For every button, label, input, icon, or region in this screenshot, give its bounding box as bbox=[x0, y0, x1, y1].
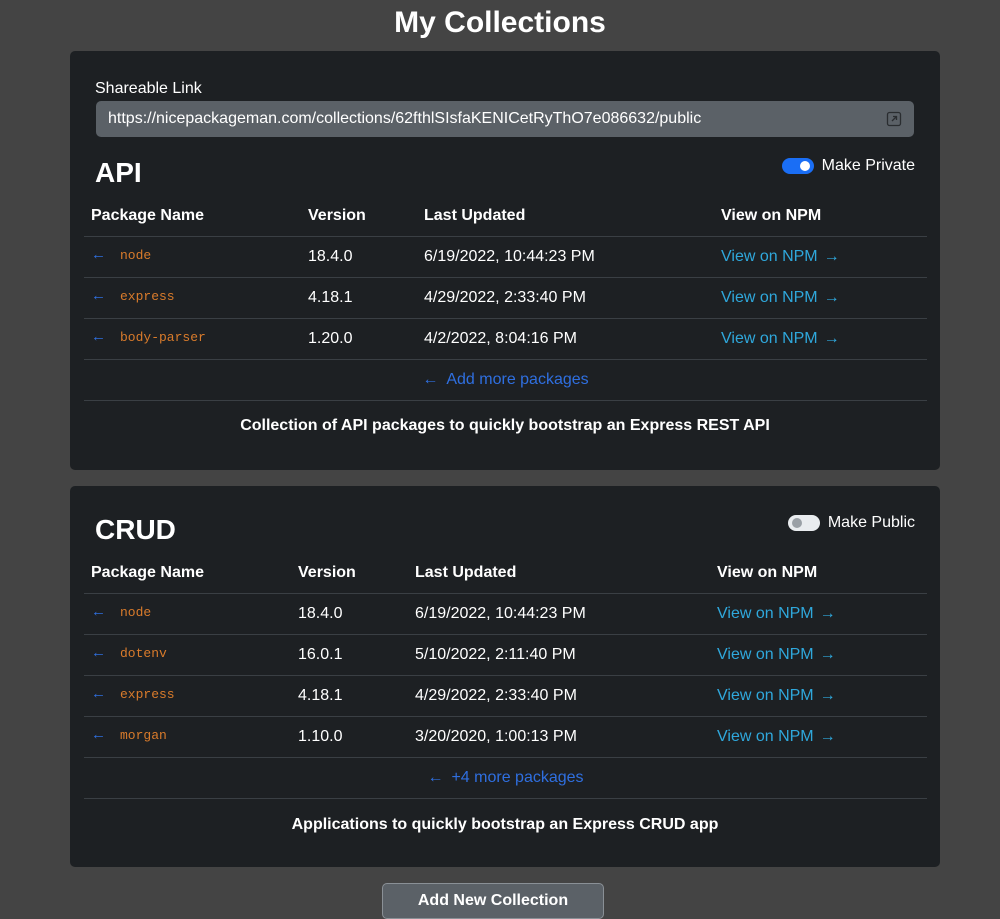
shareable-link-url[interactable]: https://nicepackageman.com/collections/6… bbox=[108, 110, 701, 128]
collection-title: CRUD bbox=[95, 514, 176, 545]
toggle-switch[interactable] bbox=[787, 515, 820, 531]
package-name: express bbox=[120, 686, 175, 702]
npm-link-label: View on NPM bbox=[717, 727, 814, 745]
view-on-npm-link[interactable]: View on NPM → bbox=[721, 248, 840, 265]
arrow-left-icon[interactable]: ← bbox=[91, 685, 106, 702]
npm-link-label: View on NPM bbox=[721, 288, 818, 306]
column-header-npm: View on NPM bbox=[714, 196, 927, 237]
arrow-right-icon: → bbox=[819, 686, 836, 704]
table-row: ← node 18.4.0 6/19/2022, 10:44:23 PM View… bbox=[84, 236, 927, 278]
arrow-right-icon: → bbox=[819, 604, 836, 622]
collection-card-crud: CRUD Make Public Package Name Version La… bbox=[70, 486, 940, 867]
collection-description: Collection of API packages to quickly bo… bbox=[240, 417, 770, 434]
table-row: ← node 18.4.0 6/19/2022, 10:44:23 PM View… bbox=[84, 593, 927, 635]
table-row: ← express 4.18.1 4/29/2022, 2:33:40 PM Vi… bbox=[84, 277, 927, 319]
more-packages-row: ← +4 more packages bbox=[84, 757, 927, 799]
arrow-left-icon[interactable]: ← bbox=[91, 246, 106, 263]
table-header-row: Package Name Version Last Updated View o… bbox=[84, 553, 927, 594]
table-row: ← body-parser 1.20.0 4/2/2022, 8:04:16 PM… bbox=[84, 318, 927, 360]
package-name: body-parser bbox=[120, 329, 206, 345]
table-row: ← morgan 1.10.0 3/20/2020, 1:00:13 PM Vie… bbox=[84, 716, 927, 758]
npm-link-label: View on NPM bbox=[721, 329, 818, 347]
arrow-right-icon: → bbox=[823, 288, 840, 306]
package-version: 1.20.0 bbox=[301, 318, 417, 360]
arrow-left-icon[interactable]: ← bbox=[91, 328, 106, 345]
collection-card-api: Shareable Link https://nicepackageman.co… bbox=[70, 51, 940, 470]
add-new-collection-button[interactable]: Add New Collection bbox=[382, 883, 604, 919]
npm-link-label: View on NPM bbox=[717, 645, 814, 663]
package-version: 16.0.1 bbox=[291, 634, 408, 676]
package-name: dotenv bbox=[120, 645, 167, 661]
arrow-right-icon: → bbox=[823, 247, 840, 265]
shareable-link-field[interactable]: https://nicepackageman.com/collections/6… bbox=[96, 101, 914, 137]
add-more-row: ← Add more packages bbox=[84, 359, 927, 401]
collection-title: API bbox=[95, 157, 142, 188]
arrow-right-icon: → bbox=[819, 645, 836, 663]
more-packages-link[interactable]: ← +4 more packages bbox=[427, 769, 583, 786]
package-name: morgan bbox=[120, 727, 167, 743]
view-on-npm-link[interactable]: View on NPM → bbox=[717, 687, 836, 704]
column-header-updated: Last Updated bbox=[417, 196, 714, 237]
npm-link-label: View on NPM bbox=[717, 686, 814, 704]
view-on-npm-link[interactable]: View on NPM → bbox=[717, 728, 836, 745]
package-version: 18.4.0 bbox=[291, 593, 408, 635]
package-table: Package Name Version Last Updated View o… bbox=[84, 553, 927, 799]
toggle-label: Make Private bbox=[821, 157, 915, 174]
package-updated: 3/20/2020, 1:00:13 PM bbox=[408, 716, 710, 758]
package-version: 1.10.0 bbox=[291, 716, 408, 758]
package-updated: 6/19/2022, 10:44:23 PM bbox=[408, 593, 710, 635]
column-header-updated: Last Updated bbox=[408, 553, 710, 594]
view-on-npm-link[interactable]: View on NPM → bbox=[717, 646, 836, 663]
table-row: ← dotenv 16.0.1 5/10/2022, 2:11:40 PM Vie… bbox=[84, 634, 927, 676]
package-version: 4.18.1 bbox=[291, 675, 408, 717]
package-version: 4.18.1 bbox=[301, 277, 417, 319]
column-header-version: Version bbox=[291, 553, 408, 594]
add-more-packages-link[interactable]: ← Add more packages bbox=[422, 371, 588, 388]
add-more-label: Add more packages bbox=[446, 370, 589, 388]
package-updated: 4/2/2022, 8:04:16 PM bbox=[417, 318, 714, 360]
page-title: My Collections bbox=[394, 6, 606, 39]
more-packages-label: +4 more packages bbox=[451, 768, 584, 786]
toggle-label: Make Public bbox=[827, 514, 915, 531]
package-updated: 4/29/2022, 2:33:40 PM bbox=[408, 675, 710, 717]
privacy-toggle[interactable]: Make Public bbox=[787, 514, 915, 532]
package-name: express bbox=[120, 288, 175, 304]
package-updated: 6/19/2022, 10:44:23 PM bbox=[417, 236, 714, 278]
view-on-npm-link[interactable]: View on NPM → bbox=[721, 289, 840, 306]
privacy-toggle[interactable]: Make Private bbox=[781, 157, 915, 175]
package-updated: 4/29/2022, 2:33:40 PM bbox=[417, 277, 714, 319]
column-header-name: Package Name bbox=[84, 553, 291, 594]
toggle-switch[interactable] bbox=[781, 158, 814, 174]
column-header-npm: View on NPM bbox=[710, 553, 927, 594]
column-header-name: Package Name bbox=[84, 196, 301, 237]
package-name: node bbox=[120, 604, 152, 620]
table-header-row: Package Name Version Last Updated View o… bbox=[84, 196, 927, 237]
arrow-right-icon: → bbox=[819, 727, 836, 745]
package-version: 18.4.0 bbox=[301, 236, 417, 278]
npm-link-label: View on NPM bbox=[717, 604, 814, 622]
arrow-left-icon[interactable]: ← bbox=[91, 644, 106, 661]
package-table: Package Name Version Last Updated View o… bbox=[84, 196, 927, 401]
collection-description: Applications to quickly bootstrap an Exp… bbox=[291, 816, 719, 833]
column-header-version: Version bbox=[301, 196, 417, 237]
view-on-npm-link[interactable]: View on NPM → bbox=[721, 330, 840, 347]
arrow-left-icon: ← bbox=[422, 370, 439, 388]
package-name: node bbox=[120, 247, 152, 263]
arrow-left-icon[interactable]: ← bbox=[91, 603, 106, 620]
shareable-link-label: Shareable Link bbox=[95, 80, 202, 97]
arrow-left-icon[interactable]: ← bbox=[91, 287, 106, 304]
arrow-right-icon: → bbox=[823, 329, 840, 347]
view-on-npm-link[interactable]: View on NPM → bbox=[717, 605, 836, 622]
table-row: ← express 4.18.1 4/29/2022, 2:33:40 PM Vi… bbox=[84, 675, 927, 717]
external-link-icon[interactable] bbox=[886, 111, 902, 127]
arrow-left-icon[interactable]: ← bbox=[91, 726, 106, 743]
package-updated: 5/10/2022, 2:11:40 PM bbox=[408, 634, 710, 676]
npm-link-label: View on NPM bbox=[721, 247, 818, 265]
arrow-left-icon: ← bbox=[427, 768, 444, 786]
